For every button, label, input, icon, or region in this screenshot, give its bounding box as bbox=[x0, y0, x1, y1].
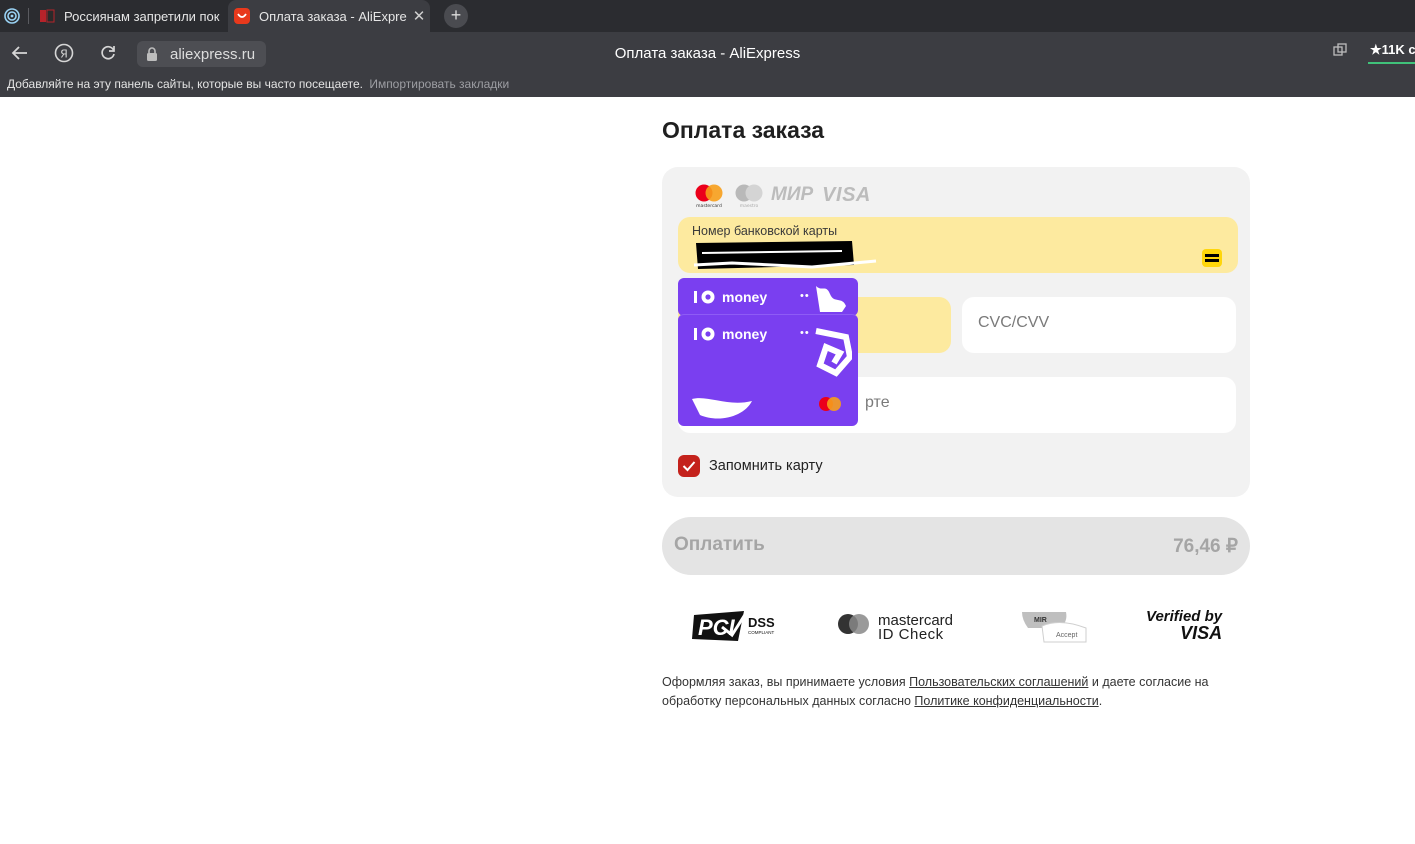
verified-by-visa-badge: Verified by VISA bbox=[1146, 609, 1223, 643]
accepted-cards: mastercard maestro МИР VISA bbox=[692, 182, 871, 208]
card-number-label: Номер банковской карты bbox=[692, 224, 838, 238]
browser-menu-icon[interactable] bbox=[4, 8, 20, 24]
cvc-field[interactable]: CVC/CVV bbox=[962, 297, 1236, 353]
remember-card[interactable]: Запомнить карту bbox=[678, 455, 823, 477]
checkmark-icon bbox=[682, 461, 696, 472]
scan-card-icon[interactable] bbox=[1202, 249, 1222, 267]
tab-title: Россиянам запретили пок bbox=[64, 8, 220, 24]
card-brand-label: money bbox=[722, 289, 768, 305]
yoomoney-icon bbox=[694, 327, 715, 341]
card-number-dots: •• bbox=[800, 327, 810, 339]
yoomoney-icon bbox=[694, 290, 715, 304]
remember-card-label: Запомнить карту bbox=[709, 458, 823, 474]
accept-text: Accept bbox=[1056, 632, 1077, 639]
yoomoney-brand: money bbox=[694, 326, 767, 342]
saved-card-option[interactable]: money •• bbox=[678, 314, 858, 426]
dss-sub-text: COMPLIANT bbox=[748, 630, 775, 635]
privacy-policy-link[interactable]: Политике конфиденциальности bbox=[914, 694, 1098, 708]
saved-card-option[interactable]: money •• bbox=[678, 278, 858, 316]
mastercard-id-check-badge: mastercard ID Check bbox=[836, 612, 953, 642]
maestro-logo-icon: maestro bbox=[735, 184, 763, 208]
copy-tabs-icon bbox=[1333, 43, 1347, 56]
pay-button[interactable]: Оплатить 76,46 ₽ bbox=[662, 517, 1250, 575]
bookmarks-hint: Добавляйте на эту панель сайты, которые … bbox=[7, 77, 363, 91]
legal-notice: Оформляя заказ, вы принимаете условия По… bbox=[662, 673, 1242, 711]
aliexpress-favicon-icon bbox=[234, 8, 250, 24]
pay-amount: 76,46 ₽ bbox=[1173, 536, 1238, 557]
pci-text: PCI bbox=[698, 615, 736, 640]
bookmarks-bar: Добавляйте на эту панель сайты, которые … bbox=[0, 74, 1415, 97]
tab-aliexpress[interactable]: Оплата заказа - AliExpre ✕ bbox=[228, 0, 430, 32]
redacted-card-number bbox=[693, 241, 877, 269]
tab-news[interactable]: Россиянам запретили пок bbox=[33, 0, 226, 32]
cardholder-placeholder: рте bbox=[865, 394, 890, 411]
redaction-scribble bbox=[692, 398, 752, 419]
user-agreement-link[interactable]: Пользовательских соглашений bbox=[909, 675, 1088, 689]
import-bookmarks-link[interactable]: Импортировать закладки bbox=[369, 77, 509, 91]
mir-text: MIR bbox=[1034, 617, 1047, 624]
tab-strip: Россиянам запретили пок Оплата заказа - … bbox=[0, 0, 1415, 32]
new-tab-button[interactable]: + bbox=[444, 4, 468, 28]
news-favicon-icon bbox=[40, 9, 55, 23]
dss-text: DSS bbox=[748, 615, 775, 630]
visa-logo: VISA bbox=[822, 183, 871, 206]
svg-text:maestro: maestro bbox=[740, 203, 759, 208]
redaction-scribble bbox=[816, 286, 846, 312]
cvc-placeholder: CVC/CVV bbox=[978, 314, 1050, 331]
legal-text: . bbox=[1098, 694, 1103, 708]
mir-logo: МИР bbox=[771, 184, 814, 205]
legal-text: Оформляя заказ, вы принимаете условия bbox=[662, 675, 910, 689]
pci-dss-badge: PCI DSS COMPLIANT bbox=[692, 609, 782, 645]
tabs-overview-button[interactable] bbox=[1332, 42, 1348, 63]
rating-badge[interactable]: ★11K с bbox=[1368, 42, 1415, 64]
mastercard-logo-icon: mastercard bbox=[695, 184, 723, 208]
card-number-dots: •• bbox=[800, 290, 810, 302]
mastercard-icon bbox=[819, 397, 841, 411]
mir-accept-badge: MIR Accept bbox=[1020, 610, 1090, 649]
page-title: Оплата заказа bbox=[662, 117, 825, 143]
card-number-field[interactable]: Номер банковской карты bbox=[678, 217, 1238, 273]
visa-text: VISA bbox=[1180, 623, 1223, 643]
page-caption: Оплата заказа - AliExpress bbox=[614, 45, 801, 62]
security-badges: PCI DSS COMPLIANT mastercard ID Check MI… bbox=[690, 605, 1230, 649]
remember-card-checkbox[interactable] bbox=[678, 455, 700, 477]
mastercard-grey-icon bbox=[838, 614, 869, 634]
card-brand-label: money bbox=[722, 326, 768, 342]
pay-button-label: Оплатить bbox=[674, 534, 765, 555]
address-bar: Я aliexpress.ru Оплата заказа - AliExpre… bbox=[0, 32, 1415, 74]
id-check-text: ID Check bbox=[878, 626, 944, 643]
close-tab-icon[interactable]: ✕ bbox=[408, 7, 430, 25]
tab-title: Оплата заказа - AliExpre bbox=[259, 8, 407, 24]
redaction-scribble bbox=[815, 328, 852, 377]
svg-text:mastercard: mastercard bbox=[696, 203, 722, 208]
yoomoney-brand: money bbox=[694, 289, 767, 305]
tab-separator bbox=[28, 8, 29, 24]
